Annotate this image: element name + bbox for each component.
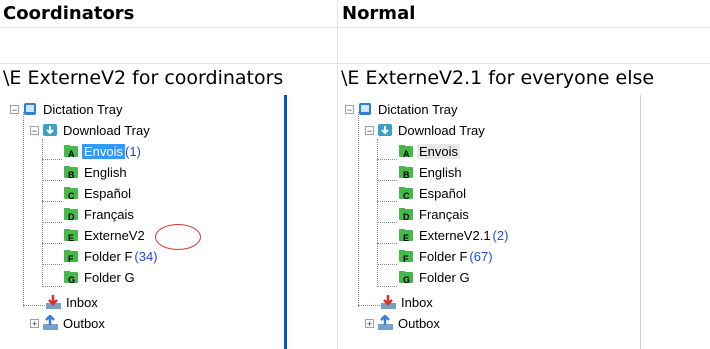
collapse-icon[interactable]: −: [365, 125, 374, 135]
svg-text:C: C: [68, 191, 75, 201]
tree-view-normal: − Dictation Tray − Download Tray A Envoi…: [340, 95, 641, 349]
folder-f-icon: F: [398, 248, 415, 264]
download-tray-icon: [377, 122, 394, 138]
tree-view-coordinators: − Dictation Tray − Download Tray A Envoi…: [5, 95, 287, 349]
expand-icon[interactable]: +: [30, 318, 39, 328]
folder-e-icon: E: [398, 227, 415, 243]
tree-node-inbox[interactable]: Inbox: [45, 293, 100, 311]
caption-coordinators: \E ExterneV2 for coordinators: [3, 67, 284, 89]
folder-g-icon: G: [63, 269, 80, 285]
folder-b-icon: B: [63, 164, 80, 180]
tree-node-folder-d[interactable]: D Français: [63, 205, 136, 223]
column-divider: [337, 0, 338, 349]
tray-icon: [22, 101, 39, 117]
caption-normal: \E ExterneV2.1 for everyone else: [341, 67, 655, 89]
expand-icon[interactable]: +: [365, 318, 374, 328]
tree-node-folder-f[interactable]: F Folder F (34): [63, 247, 158, 265]
tree-node-folder-c[interactable]: C Español: [63, 184, 133, 202]
folder-e-icon: E: [63, 227, 80, 243]
row-divider: [0, 63, 710, 64]
tree-node-dictation-tray[interactable]: − Dictation Tray: [345, 100, 459, 118]
tree-node-folder-e[interactable]: E ExterneV2: [63, 226, 147, 244]
svg-text:A: A: [68, 149, 75, 159]
tree-node-folder-a[interactable]: A Envois (1): [63, 142, 141, 160]
tree-node-outbox[interactable]: + Outbox: [30, 314, 107, 332]
svg-text:D: D: [68, 212, 75, 222]
tree-node-folder-b[interactable]: B English: [63, 163, 129, 181]
header-divider: [0, 27, 710, 28]
svg-text:F: F: [68, 254, 74, 264]
collapse-icon[interactable]: −: [345, 104, 354, 114]
svg-text:B: B: [403, 170, 410, 180]
column-header-normal: Normal: [342, 3, 416, 24]
folder-b-icon: B: [398, 164, 415, 180]
folder-d-icon: D: [63, 206, 80, 222]
tree-node-folder-f[interactable]: F Folder F (67): [398, 247, 493, 265]
tree-node-inbox[interactable]: Inbox: [380, 293, 435, 311]
svg-text:F: F: [403, 254, 409, 264]
folder-a-icon: A: [63, 143, 80, 159]
svg-text:E: E: [68, 233, 74, 243]
tree-node-download-tray[interactable]: − Download Tray: [30, 121, 152, 139]
column-header-coordinators: Coordinators: [3, 3, 135, 24]
tree-node-outbox[interactable]: + Outbox: [365, 314, 442, 332]
inbox-icon: [380, 294, 397, 310]
tree-node-folder-e[interactable]: E ExterneV2.1 (2): [398, 226, 508, 244]
folder-f-icon: F: [63, 248, 80, 264]
folder-d-icon: D: [398, 206, 415, 222]
svg-text:D: D: [403, 212, 410, 222]
tree-node-folder-d[interactable]: D Français: [398, 205, 471, 223]
outbox-icon: [42, 314, 59, 331]
folder-c-icon: C: [63, 185, 80, 201]
tree-node-dictation-tray[interactable]: − Dictation Tray: [10, 100, 124, 118]
folder-c-icon: C: [398, 185, 415, 201]
collapse-icon[interactable]: −: [30, 125, 39, 135]
tree-node-folder-c[interactable]: C Español: [398, 184, 468, 202]
svg-text:G: G: [68, 275, 75, 285]
inbox-icon: [45, 294, 62, 310]
svg-text:G: G: [403, 275, 410, 285]
tree-node-download-tray[interactable]: − Download Tray: [365, 121, 487, 139]
svg-text:B: B: [68, 170, 75, 180]
collapse-icon[interactable]: −: [10, 104, 19, 114]
tree-node-folder-g[interactable]: G Folder G: [63, 268, 137, 286]
svg-text:A: A: [403, 149, 410, 159]
folder-g-icon: G: [398, 269, 415, 285]
svg-text:E: E: [403, 233, 409, 243]
tree-node-folder-b[interactable]: B English: [398, 163, 464, 181]
tray-icon: [357, 101, 374, 117]
tree-node-folder-g[interactable]: G Folder G: [398, 268, 472, 286]
download-tray-icon: [42, 122, 59, 138]
outbox-icon: [377, 314, 394, 331]
highlight-circle: [155, 224, 201, 250]
svg-text:C: C: [403, 191, 410, 201]
folder-a-icon: A: [398, 143, 415, 159]
tree-node-folder-a[interactable]: A Envois: [398, 142, 461, 160]
